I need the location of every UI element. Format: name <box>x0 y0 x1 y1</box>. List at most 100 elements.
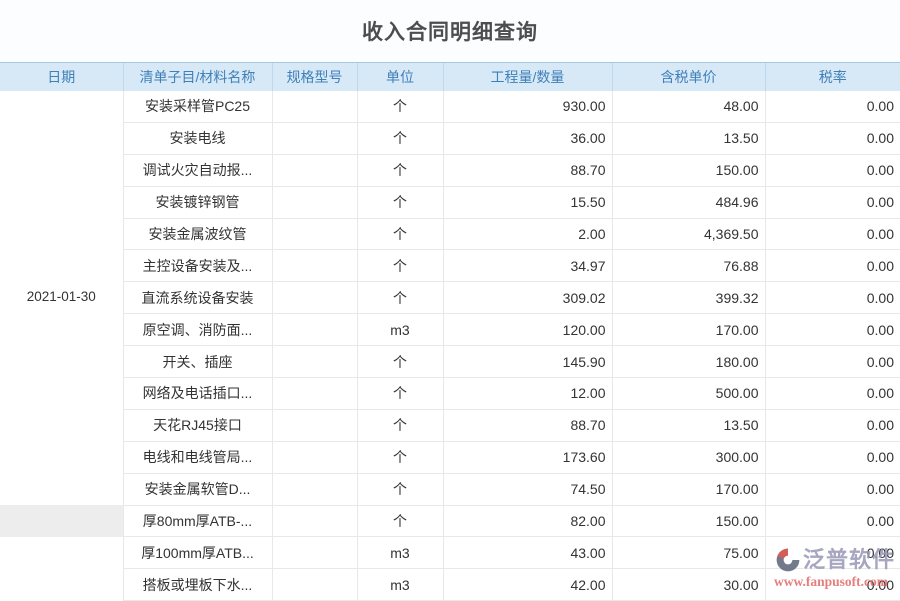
cell-unit-price: 13.50 <box>612 409 765 441</box>
table-row[interactable]: 安装金属波纹管个2.004,369.500.00 <box>0 218 900 250</box>
cell-name: 厚100mm厚ATB... <box>123 537 272 569</box>
cell-name: 电线和电线管局... <box>123 441 272 473</box>
cell-quantity: 42.00 <box>443 569 612 601</box>
cell-unit: m3 <box>357 537 443 569</box>
cell-spec <box>272 314 357 346</box>
cell-spec <box>272 505 357 537</box>
highlight-row-date-overlay <box>0 505 123 537</box>
cell-unit: 个 <box>357 441 443 473</box>
cell-name: 直流系统设备安装 <box>123 282 272 314</box>
cell-quantity: 88.70 <box>443 154 612 186</box>
cell-unit-price: 484.96 <box>612 186 765 218</box>
cell-unit: 个 <box>357 505 443 537</box>
cell-unit-price: 170.00 <box>612 314 765 346</box>
table-row[interactable]: 网络及电话插口...个12.00500.000.00 <box>0 378 900 410</box>
table-row[interactable]: 安装金属软管D...个74.50170.000.00 <box>0 473 900 505</box>
table-row[interactable]: 2021-01-30安装采样管PC25个930.0048.000.00 <box>0 91 900 123</box>
table-row[interactable]: 原空调、消防面...m3120.00170.000.00 <box>0 314 900 346</box>
cell-unit: 个 <box>357 91 443 123</box>
table-row[interactable]: 天花RJ45接口 个88.7013.500.00 <box>0 409 900 441</box>
cell-unit: 个 <box>357 346 443 378</box>
cell-name: 安装金属软管D... <box>123 473 272 505</box>
cell-tax-rate: 0.00 <box>765 91 900 123</box>
table-header-row: 日期 清单子目/材料名称 规格型号 单位 工程量/数量 含税单价 税率 <box>0 63 900 91</box>
table-row[interactable]: 调试火灾自动报...个88.70150.000.00 <box>0 154 900 186</box>
cell-unit-price: 180.00 <box>612 346 765 378</box>
table-row[interactable]: 直流系统设备安装个309.02399.320.00 <box>0 282 900 314</box>
cell-name: 安装采样管PC25 <box>123 91 272 123</box>
contract-detail-table: 日期 清单子目/材料名称 规格型号 单位 工程量/数量 含税单价 税率 2021… <box>0 62 900 601</box>
cell-spec <box>272 473 357 505</box>
cell-spec <box>272 218 357 250</box>
cell-spec <box>272 282 357 314</box>
cell-unit: m3 <box>357 569 443 601</box>
table-row[interactable]: 厚100mm厚ATB...m343.0075.000.00 <box>0 537 900 569</box>
cell-spec <box>272 409 357 441</box>
cell-name: 安装镀锌钢管 <box>123 186 272 218</box>
cell-name: 天花RJ45接口 <box>123 409 272 441</box>
cell-tax-rate: 0.00 <box>765 218 900 250</box>
cell-tax-rate: 0.00 <box>765 505 900 537</box>
table-row[interactable]: 厚80mm厚ATB-... 个82.00150.000.00 <box>0 505 900 537</box>
cell-name: 搭板或埋板下水... <box>123 569 272 601</box>
cell-unit-price: 300.00 <box>612 441 765 473</box>
col-header-unit: 单位 <box>357 63 443 91</box>
cell-quantity: 12.00 <box>443 378 612 410</box>
cell-tax-rate: 0.00 <box>765 537 900 569</box>
table-row[interactable]: 搭板或埋板下水... m342.0030.000.00 <box>0 569 900 601</box>
cell-unit: 个 <box>357 250 443 282</box>
col-header-name: 清单子目/材料名称 <box>123 63 272 91</box>
cell-unit-price: 4,369.50 <box>612 218 765 250</box>
cell-unit: 个 <box>357 122 443 154</box>
cell-tax-rate: 0.00 <box>765 473 900 505</box>
cell-quantity: 145.90 <box>443 346 612 378</box>
cell-spec <box>272 250 357 282</box>
table-row[interactable]: 安装电线个36.0013.500.00 <box>0 122 900 154</box>
cell-unit-price: 150.00 <box>612 505 765 537</box>
cell-quantity: 34.97 <box>443 250 612 282</box>
cell-name: 安装金属波纹管 <box>123 218 272 250</box>
cell-name: 安装电线 <box>123 122 272 154</box>
cell-unit-price: 30.00 <box>612 569 765 601</box>
cell-quantity: 15.50 <box>443 186 612 218</box>
cell-quantity: 120.00 <box>443 314 612 346</box>
cell-tax-rate: 0.00 <box>765 122 900 154</box>
col-header-unit-price: 含税单价 <box>612 63 765 91</box>
cell-unit-price: 76.88 <box>612 250 765 282</box>
cell-quantity: 173.60 <box>443 441 612 473</box>
cell-unit-price: 75.00 <box>612 537 765 569</box>
cell-name: 厚80mm厚ATB-... <box>123 505 272 537</box>
cell-unit: 个 <box>357 409 443 441</box>
cell-tax-rate: 0.00 <box>765 154 900 186</box>
table-row[interactable]: 安装镀锌钢管 个15.50484.960.00 <box>0 186 900 218</box>
cell-unit: 个 <box>357 186 443 218</box>
cell-tax-rate: 0.00 <box>765 186 900 218</box>
cell-name: 主控设备安装及... <box>123 250 272 282</box>
cell-unit-price: 48.00 <box>612 91 765 123</box>
cell-unit: 个 <box>357 282 443 314</box>
table-row[interactable]: 开关、插座个145.90180.000.00 <box>0 346 900 378</box>
table-row[interactable]: 电线和电线管局...个173.60300.000.00 <box>0 441 900 473</box>
col-header-spec: 规格型号 <box>272 63 357 91</box>
cell-spec <box>272 537 357 569</box>
cell-tax-rate: 0.00 <box>765 378 900 410</box>
cell-quantity: 930.00 <box>443 91 612 123</box>
cell-tax-rate: 0.00 <box>765 282 900 314</box>
col-header-date: 日期 <box>0 63 123 91</box>
cell-tax-rate: 0.00 <box>765 250 900 282</box>
cell-quantity: 82.00 <box>443 505 612 537</box>
cell-spec <box>272 186 357 218</box>
page-title: 收入合同明细查询 <box>362 16 538 46</box>
cell-quantity: 2.00 <box>443 218 612 250</box>
cell-tax-rate: 0.00 <box>765 314 900 346</box>
cell-unit-price: 399.32 <box>612 282 765 314</box>
cell-unit-price: 13.50 <box>612 122 765 154</box>
col-header-tax-rate: 税率 <box>765 63 900 91</box>
cell-quantity: 88.70 <box>443 409 612 441</box>
cell-tax-rate: 0.00 <box>765 569 900 601</box>
cell-tax-rate: 0.00 <box>765 409 900 441</box>
cell-unit: 个 <box>357 473 443 505</box>
table-row[interactable]: 主控设备安装及... 个34.9776.880.00 <box>0 250 900 282</box>
cell-spec <box>272 154 357 186</box>
cell-name: 调试火灾自动报... <box>123 154 272 186</box>
